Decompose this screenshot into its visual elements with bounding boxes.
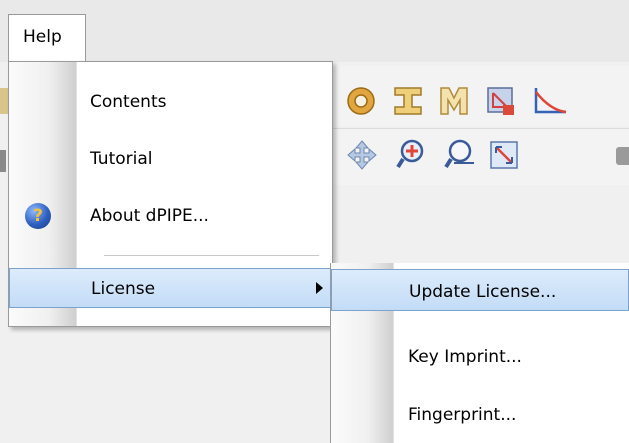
toolbar-row-shapes [330, 66, 629, 126]
zoom-in-icon[interactable] [396, 137, 430, 171]
circle-icon[interactable] [344, 84, 378, 118]
submenu-arrow-icon [316, 282, 323, 294]
warning-shape-icon[interactable] [484, 84, 518, 118]
menu-item-label: Contents [90, 92, 167, 112]
submenu-item-label: Fingerprint... [408, 405, 517, 425]
license-submenu: Update License... Key Imprint... Fingerp… [330, 263, 629, 443]
menu-help[interactable]: Help [8, 14, 86, 62]
help-question-icon: ? [25, 203, 51, 229]
menu-item-label: About dPIPE... [90, 206, 209, 226]
submenu-item-update-license[interactable]: Update License... [331, 269, 629, 311]
menu-item-contents[interactable]: Contents [9, 82, 332, 122]
menu-item-license[interactable]: License [9, 268, 332, 308]
toolbar-edge-fragment [0, 150, 6, 172]
move-icon[interactable] [346, 139, 378, 171]
menubar: Help [0, 0, 629, 62]
menu-item-label: License [91, 279, 156, 299]
zoom-out-icon[interactable] [442, 137, 476, 171]
menu-item-tutorial[interactable]: Tutorial [9, 139, 332, 179]
zoom-fit-icon[interactable] [488, 139, 520, 171]
toolbar-row-view [330, 128, 629, 185]
menu-help-label: Help [23, 27, 62, 47]
submenu-item-fingerprint[interactable]: Fingerprint... [331, 393, 629, 437]
m-beam-icon[interactable] [438, 84, 470, 118]
menu-item-about[interactable]: ? About dPIPE... [9, 196, 332, 236]
toolbar-edge-fragment [616, 147, 629, 165]
submenu-item-key-imprint[interactable]: Key Imprint... [331, 335, 629, 379]
menu-separator [104, 255, 319, 257]
angle-icon[interactable] [530, 84, 570, 118]
toolbar-edge-fragment [0, 88, 8, 114]
i-beam-icon[interactable] [392, 84, 424, 118]
menu-item-label: Tutorial [90, 149, 153, 169]
submenu-item-label: Key Imprint... [408, 347, 522, 367]
help-dropdown-menu: Contents Tutorial ? About dPIPE... Licen… [8, 61, 333, 327]
submenu-item-label: Update License... [409, 282, 557, 302]
